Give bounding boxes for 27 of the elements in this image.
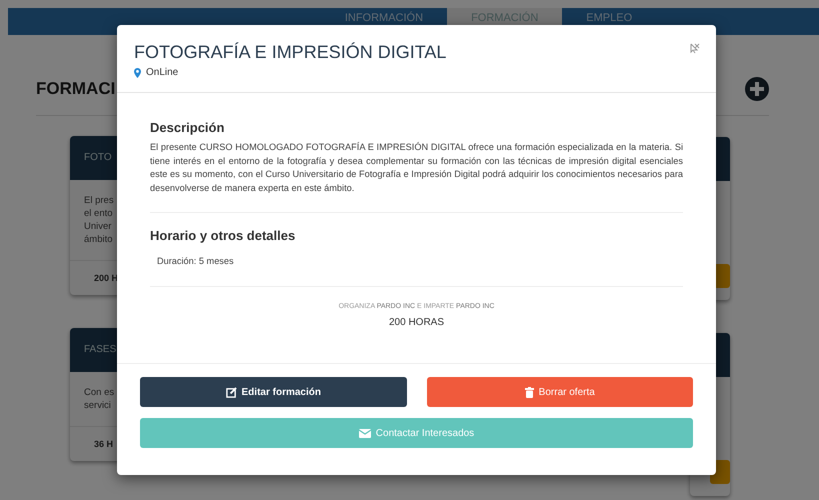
card-title: FOTO <box>84 152 112 163</box>
section-heading: Horario y otros detalles <box>150 228 296 243</box>
card-title: FASES <box>84 344 116 355</box>
delete-button[interactable]: Borrar oferta <box>426 377 693 407</box>
add-icon[interactable] <box>745 77 769 101</box>
section-heading: Descripción <box>150 120 226 135</box>
card-text: servici <box>84 399 111 412</box>
card-text: Con es <box>84 386 114 399</box>
card-text: El pres <box>84 194 114 207</box>
section-text: El presente CURSO HOMOLOGADO FOTOGRAFÍA E IMPRESIÓN DIGITAL ofrece una formación especializada en la materia. Si tiene interés en el entorno de la fotografía y desea complementar su formación con las técnicas de impresión digital esenciales este es su momento, con el Curso Universitario de Fotografía e Impresión Digital podrá adquirir los conocimientos necesarios para desenvolverse de manera experta en este ámbito. <box>150 141 683 195</box>
card-text: el ento <box>84 207 113 220</box>
map-pin-icon <box>134 68 141 78</box>
dialog-title: FOTOGRAFÍA E IMPRESIÓN DIGITAL <box>134 42 446 63</box>
contact-button[interactable]: Contactar Interesados <box>140 418 693 448</box>
edit-button[interactable]: Editar formación <box>140 377 406 407</box>
page-title: FORMACI <box>36 79 116 99</box>
nav-tab[interactable]: INFORMACIÓN <box>320 8 448 35</box>
edit-icon <box>226 386 237 398</box>
trash-icon <box>524 386 534 398</box>
envelope-icon <box>358 428 371 438</box>
card-text: Univer <box>84 220 112 233</box>
location-text: OnLine <box>146 67 178 78</box>
hours-text: 200 HORAS <box>388 316 446 328</box>
nav-tab[interactable]: EMPLEO <box>562 8 656 35</box>
card-hours: 36 H <box>94 439 114 449</box>
section-text: Duración: 5 meses <box>156 255 235 268</box>
card-text: ámbito <box>84 233 113 246</box>
